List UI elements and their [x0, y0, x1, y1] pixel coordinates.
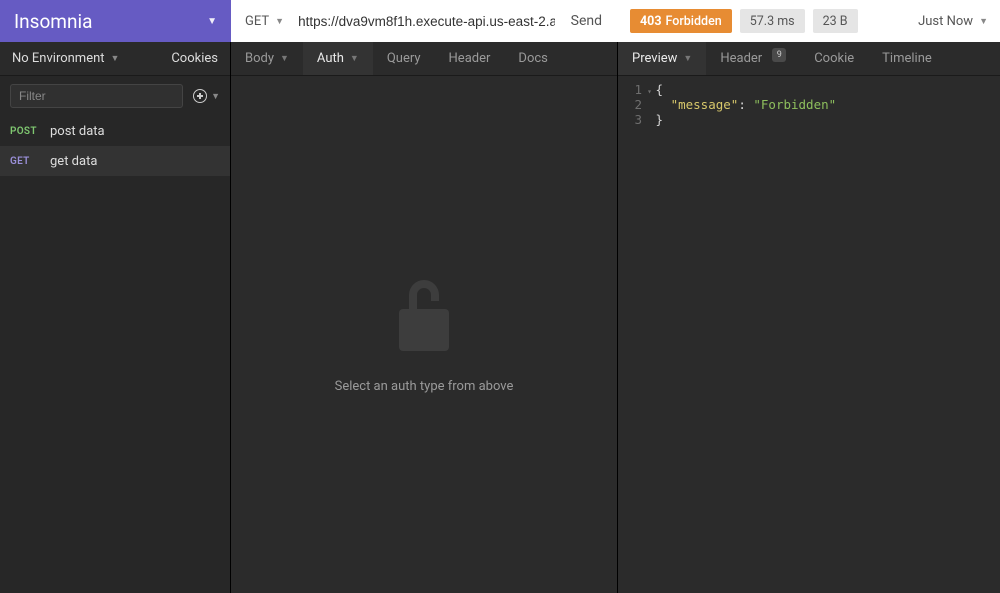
request-name: get data — [50, 154, 97, 169]
tab-label: Header — [449, 51, 491, 66]
line-number: 1▾ — [618, 82, 648, 97]
token-str: "Forbidden" — [753, 97, 836, 112]
filter-row: ▼ — [0, 76, 230, 116]
status-text: Forbidden — [666, 14, 722, 29]
environment-dropdown[interactable]: No Environment ▼ — [12, 51, 119, 66]
method-label: GET — [245, 14, 269, 29]
response-summary: 403 Forbidden 57.3 ms 23 B Just Now ▼ — [618, 0, 1000, 42]
tab-label: Docs — [518, 51, 547, 66]
filter-input[interactable] — [10, 84, 183, 108]
status-code: 403 — [640, 14, 662, 29]
chevron-down-icon: ▼ — [111, 53, 120, 64]
code-text: } — [648, 112, 663, 127]
request-name: post data — [50, 124, 105, 139]
app-title: Insomnia — [14, 10, 92, 33]
request-list: POST post data GET get data — [0, 116, 230, 176]
top-bar: Insomnia ▼ GET ▼ Send 403 Forbidden 57.3… — [0, 0, 1000, 42]
tab-preview[interactable]: Preview ▼ — [618, 42, 706, 75]
chevron-down-icon: ▼ — [275, 16, 284, 27]
tab-label: Auth — [317, 51, 344, 66]
auth-hint-text: Select an auth type from above — [335, 379, 514, 394]
code-text: "message": "Forbidden" — [648, 97, 836, 112]
chevron-down-icon: ▼ — [350, 53, 359, 64]
sidebar: No Environment ▼ Cookies ▼ POST post data… — [0, 42, 231, 593]
tab-label: Cookie — [814, 51, 854, 66]
code-line: 1▾ { — [618, 82, 1000, 97]
sidebar-top: No Environment ▼ Cookies — [0, 42, 230, 76]
line-number: 2 — [618, 97, 648, 112]
url-input[interactable] — [298, 14, 555, 29]
method-tag: POST — [10, 126, 40, 137]
plus-circle-icon — [193, 89, 207, 103]
size-badge: 23 B — [813, 9, 858, 33]
chevron-down-icon: ▼ — [207, 16, 217, 27]
tab-header[interactable]: Header — [435, 42, 505, 75]
tab-header[interactable]: Header 9 — [706, 42, 800, 75]
tab-docs[interactable]: Docs — [504, 42, 561, 75]
send-button[interactable]: Send — [565, 13, 608, 29]
token-key: "message" — [671, 97, 739, 112]
time-badge: 57.3 ms — [740, 9, 805, 33]
tab-auth[interactable]: Auth ▼ — [303, 42, 373, 75]
request-item[interactable]: POST post data — [0, 116, 230, 146]
request-item[interactable]: GET get data — [0, 146, 230, 176]
workspace-dropdown[interactable]: Insomnia ▼ — [0, 0, 231, 42]
add-request-button[interactable]: ▼ — [193, 89, 220, 103]
response-tabs: Preview ▼ Header 9 Cookie Timeline — [618, 42, 1000, 76]
tab-label: Body — [245, 51, 274, 66]
token-colon: : — [738, 97, 753, 112]
tab-label: Preview — [632, 51, 677, 66]
request-url-bar: GET ▼ Send — [231, 0, 618, 42]
chevron-down-icon: ▼ — [683, 53, 692, 64]
lock-icon — [395, 275, 453, 355]
response-history-dropdown[interactable]: Just Now ▼ — [918, 14, 988, 29]
cookies-button[interactable]: Cookies — [171, 51, 218, 66]
chevron-down-icon: ▼ — [280, 53, 289, 64]
auth-empty-state: Select an auth type from above — [231, 76, 617, 593]
tab-label: Query — [387, 51, 421, 66]
request-pane: Body ▼ Auth ▼ Query Header Docs Select an auth… — [231, 42, 618, 593]
token-brace: { — [656, 82, 664, 97]
tab-cookie[interactable]: Cookie — [800, 42, 868, 75]
badge-count: 9 — [772, 48, 786, 62]
status-badge: 403 Forbidden — [630, 9, 732, 33]
method-tag: GET — [10, 156, 40, 167]
tab-label: Header — [720, 51, 762, 66]
environment-label: No Environment — [12, 51, 105, 66]
response-body[interactable]: 1▾ {2 "message": "Forbidden"3 } — [618, 76, 1000, 593]
tab-label: Timeline — [882, 51, 932, 66]
code-line: 2 "message": "Forbidden" — [618, 97, 1000, 112]
request-tabs: Body ▼ Auth ▼ Query Header Docs — [231, 42, 617, 76]
history-label: Just Now — [918, 14, 973, 29]
tab-body[interactable]: Body ▼ — [231, 42, 303, 75]
chevron-down-icon: ▼ — [211, 91, 220, 102]
code-line: 3 } — [618, 112, 1000, 127]
method-select[interactable]: GET ▼ — [241, 14, 288, 29]
tab-timeline[interactable]: Timeline — [868, 42, 946, 75]
line-number: 3 — [618, 112, 648, 127]
response-pane: Preview ▼ Header 9 Cookie Timeline 1▾ {2 "mes… — [618, 42, 1000, 593]
token-brace: } — [656, 112, 664, 127]
tab-query[interactable]: Query — [373, 42, 435, 75]
chevron-down-icon: ▼ — [979, 16, 988, 27]
